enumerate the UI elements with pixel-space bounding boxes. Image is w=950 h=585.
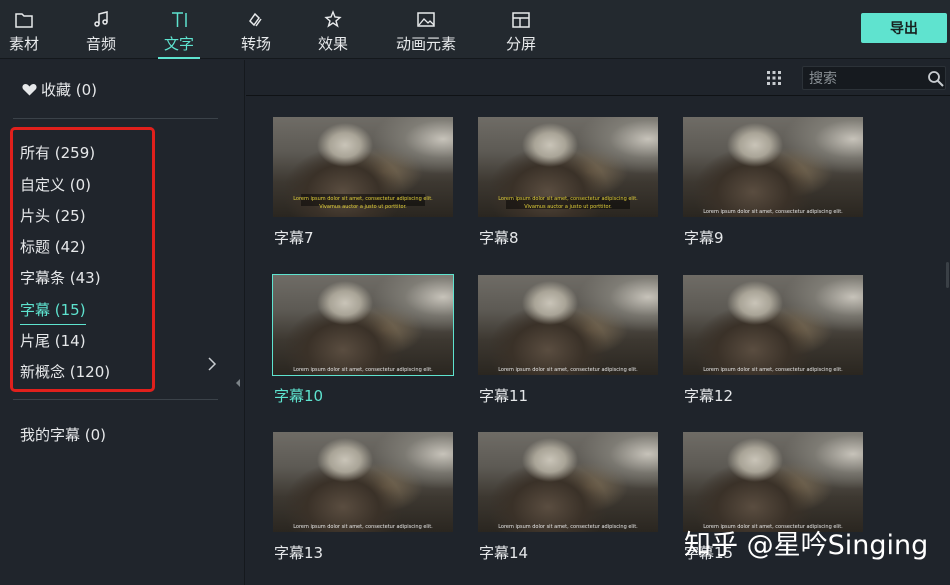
caption-line: Vivamus auctor a justo ut porttitor.: [319, 204, 407, 210]
template-thumbnail[interactable]: Lorem ipsum dolor sit amet, consectetur …: [273, 117, 453, 217]
template-thumbnail[interactable]: Lorem ipsum dolor sit amet, consectetur …: [272, 274, 454, 376]
category-custom[interactable]: 自定义 (0): [20, 174, 91, 195]
heart-icon: [22, 84, 37, 96]
template-thumbnail[interactable]: Lorem ipsum dolor sit amet, consectetur …: [478, 117, 658, 217]
thumbnail-label[interactable]: 字幕7: [274, 227, 314, 248]
tab-split-screen[interactable]: 分屏: [506, 0, 536, 59]
tab-elements[interactable]: 动画元素: [396, 0, 456, 59]
template-thumbnail[interactable]: Lorem ipsum dolor sit amet, consectetur …: [478, 432, 658, 532]
tab-label: 音频: [86, 35, 117, 53]
effects-icon: [324, 10, 342, 28]
caption-line: Lorem ipsum dolor sit amet, consectetur …: [703, 209, 843, 215]
divider: [13, 118, 218, 119]
category-all[interactable]: 所有 (259): [20, 142, 95, 163]
template-thumbnail[interactable]: Lorem ipsum dolor sit amet, consectetur …: [273, 432, 453, 532]
caption-line: Lorem ipsum dolor sit amet, consectetur …: [498, 367, 638, 373]
template-thumbnail[interactable]: Lorem ipsum dolor sit amet, consectetur …: [683, 432, 863, 532]
template-thumbnail[interactable]: Lorem ipsum dolor sit amet, consectetur …: [478, 275, 658, 375]
music-note-icon: [94, 11, 108, 27]
search-input[interactable]: [809, 69, 919, 88]
thumbnail-label[interactable]: 字幕10: [274, 385, 323, 406]
transition-icon: [249, 12, 262, 27]
tab-audio[interactable]: 音频: [86, 0, 116, 59]
tab-label: 分屏: [506, 35, 537, 53]
tab-label: 转场: [241, 35, 272, 53]
search-box: [802, 66, 946, 90]
favorites-label: 收藏 (0): [41, 81, 98, 99]
category-new-concept[interactable]: 新概念 (120): [20, 361, 110, 382]
caption-line: Lorem ipsum dolor sit amet, consectetur …: [703, 524, 843, 530]
divider: [13, 399, 218, 400]
collapse-panel-icon[interactable]: [234, 378, 242, 388]
folder-icon: [15, 13, 33, 28]
tab-text[interactable]: 文字: [157, 0, 201, 59]
top-toolbar: 素材 音频 文字 转场 效果 动画元素 分屏 导出: [0, 0, 950, 59]
split-screen-icon: [512, 12, 530, 28]
category-sidebar: 收藏 (0) 所有 (259) 自定义 (0) 片头 (25) 标题 (42) …: [0, 60, 245, 585]
image-icon: [417, 12, 435, 27]
caption-line: Lorem ipsum dolor sit amet, consectetur …: [498, 524, 638, 530]
text-icon: [172, 12, 187, 27]
thumbnail-label[interactable]: 字幕9: [684, 227, 724, 248]
favorites-item[interactable]: 收藏 (0): [22, 79, 97, 100]
category-subtitle[interactable]: 字幕 (15): [20, 299, 86, 325]
category-opening[interactable]: 片头 (25): [20, 205, 86, 226]
template-thumbnail[interactable]: Lorem ipsum dolor sit amet, consectetur …: [683, 117, 863, 217]
tab-label: 动画元素: [396, 35, 457, 53]
thumbnail-label[interactable]: 字幕8: [479, 227, 519, 248]
caption-line: Lorem ipsum dolor sit amet, consectetur …: [293, 196, 433, 202]
tab-label: 效果: [318, 35, 349, 53]
tab-label: 文字: [164, 35, 195, 53]
tab-effects[interactable]: 效果: [318, 0, 348, 59]
scrollbar[interactable]: [946, 262, 949, 288]
export-button[interactable]: 导出: [861, 13, 947, 43]
category-my-subtitles[interactable]: 我的字幕 (0): [20, 424, 106, 445]
template-thumbnail[interactable]: Lorem ipsum dolor sit amet, consectetur …: [683, 275, 863, 375]
content-toolbar: [246, 60, 950, 96]
caption-line: Vivamus auctor a justo ut porttitor.: [524, 204, 612, 210]
caption-line: Lorem ipsum dolor sit amet, consectetur …: [703, 367, 843, 373]
chevron-right-icon[interactable]: [207, 357, 217, 371]
search-icon[interactable]: [927, 70, 944, 87]
thumbnail-label[interactable]: 字幕13: [274, 542, 323, 563]
category-ending[interactable]: 片尾 (14): [20, 330, 86, 351]
caption-line: Lorem ipsum dolor sit amet, consectetur …: [293, 524, 433, 530]
tab-media[interactable]: 素材: [9, 0, 39, 59]
highlight-box: [10, 127, 155, 392]
tab-label: 素材: [9, 35, 40, 53]
grid-view-icon[interactable]: [766, 70, 782, 86]
thumbnail-label[interactable]: 字幕11: [479, 385, 528, 406]
thumbnail-label[interactable]: 字幕12: [684, 385, 733, 406]
caption-line: Lorem ipsum dolor sit amet, consectetur …: [293, 367, 433, 373]
caption-line: Lorem ipsum dolor sit amet, consectetur …: [498, 196, 638, 202]
category-title[interactable]: 标题 (42): [20, 236, 86, 257]
thumbnail-label[interactable]: 字幕14: [479, 542, 528, 563]
thumbnail-label[interactable]: 字幕15: [684, 542, 733, 563]
category-lower-third[interactable]: 字幕条 (43): [20, 267, 101, 288]
tab-transition[interactable]: 转场: [241, 0, 271, 59]
